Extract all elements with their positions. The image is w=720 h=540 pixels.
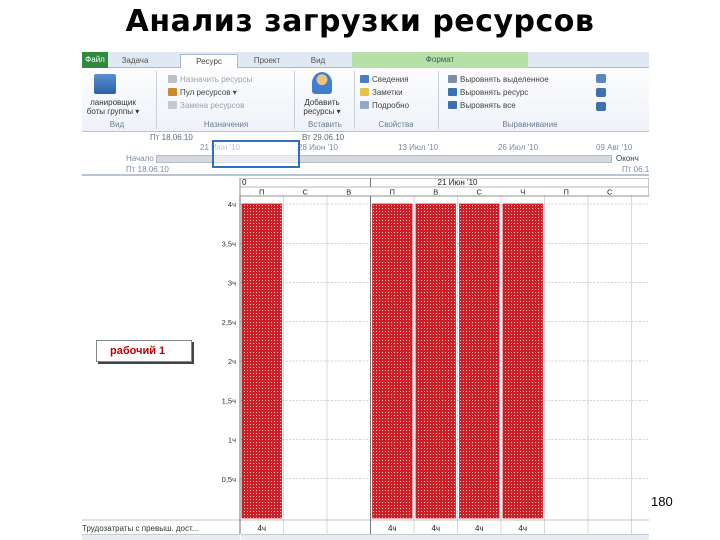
workload-bar — [502, 203, 543, 519]
timeline-tick: 13 Июл '10 — [398, 143, 439, 152]
team-planner-label[interactable]: ланировщик боты группы ▾ — [82, 98, 148, 116]
group-view-label: Вид — [109, 120, 125, 129]
timeline-tick: 26 Июл '10 — [498, 143, 539, 152]
timeline-view-window[interactable] — [212, 140, 300, 168]
ms-project-window: Файл Задача Ресурс Проект Вид Формат лан… — [82, 52, 649, 540]
group-leveling-label: Выравнивание — [502, 120, 558, 129]
slide-title: Анализ загрузки ресурсов — [125, 4, 595, 39]
group-separator — [354, 71, 355, 129]
bar-data-label: 4ч — [518, 524, 527, 533]
workload-bar — [241, 203, 282, 519]
workload-bar — [415, 203, 456, 519]
level-resource-button[interactable]: Выровнять ресурс — [448, 87, 528, 98]
clear-leveling-icon[interactable] — [596, 88, 606, 97]
information-button[interactable]: Сведения — [360, 74, 409, 85]
tab-project[interactable]: Проект — [242, 54, 292, 68]
bar-data-label: 4ч — [431, 524, 440, 533]
day-label: С — [303, 188, 309, 197]
level-resource-icon — [448, 88, 457, 96]
day-label: Ч — [520, 188, 525, 197]
bar-data-label: 4ч — [475, 524, 484, 533]
timeline-start-date: Пт 18.06.10 — [150, 133, 193, 142]
timescale-week-label: 21 Июн '10 — [438, 178, 478, 187]
leveling-options-icon[interactable] — [596, 74, 606, 83]
group-properties-label: Свойства — [378, 120, 414, 129]
y-tick-label: 2ч — [228, 357, 236, 366]
tab-format[interactable]: Формат — [352, 52, 528, 68]
y-tick-label: 1ч — [228, 436, 236, 445]
tab-task[interactable]: Задача — [110, 54, 160, 68]
timeline-bar[interactable]: Пт 18.06.10 Вт 29.06.10 21 Июн '10 28 Ию… — [82, 132, 649, 176]
group-assignments-label: Назначения — [203, 120, 249, 129]
add-resources-button[interactable]: Добавить ресурсы ▾ — [292, 98, 352, 116]
timeline-tick: 28 Июн '10 — [298, 143, 338, 152]
resource-histogram: 021 Июн '10ПСВПВСЧПСВ 4ч3,5ч3ч2,5ч2ч1,5ч… — [82, 178, 649, 534]
bar-data-label: 4ч — [257, 524, 266, 533]
day-label: В — [433, 188, 438, 197]
level-selection-button[interactable]: Выровнять выделенное — [448, 74, 549, 85]
level-all-button[interactable]: Выровнять все — [448, 100, 516, 111]
tab-file[interactable]: Файл — [82, 52, 108, 68]
y-tick-label: 3,5ч — [222, 239, 236, 248]
day-label: В — [346, 188, 351, 197]
notes-button[interactable]: Заметки — [360, 87, 403, 98]
day-label: П — [390, 188, 395, 197]
assign-resources-button[interactable]: Назначить ресурсы — [168, 74, 252, 85]
workload-bar — [459, 203, 500, 519]
next-overallocation-icon[interactable] — [596, 102, 606, 111]
day-label: П — [259, 188, 264, 197]
overallocation-status: Трудозатраты с превыш. дост... — [82, 524, 199, 533]
information-icon — [360, 75, 369, 83]
replace-resource-button[interactable]: Замена ресурсов — [168, 100, 244, 111]
left-horizontal-scrollbar[interactable] — [82, 534, 240, 540]
y-tick-label: 3ч — [228, 279, 236, 288]
timescale-week-left: 0 — [242, 178, 247, 187]
level-all-icon — [448, 101, 457, 109]
day-label: С — [607, 188, 613, 197]
timeline-tick: 09 Авг '10 — [596, 143, 633, 152]
tab-view[interactable]: Вид — [298, 54, 338, 68]
team-planner-icon — [94, 74, 116, 94]
replace-resource-icon — [168, 101, 177, 109]
y-tick-label: 4ч — [228, 200, 236, 209]
resource-pool-button[interactable]: Пул ресурсов ▾ — [168, 87, 237, 98]
slide-page-number: 180 — [651, 494, 673, 509]
y-tick-label: 1,5ч — [222, 396, 236, 405]
workload-bar — [372, 203, 413, 519]
y-tick-label: 0,5ч — [222, 475, 236, 484]
assign-resources-icon — [168, 75, 177, 83]
y-tick-label: 2,5ч — [222, 318, 236, 327]
timeline-finish-label: Оконч — [616, 154, 639, 163]
group-separator — [438, 71, 439, 129]
group-insert-label: Вставить — [308, 120, 342, 129]
day-label: П — [564, 188, 569, 197]
day-label: С — [477, 188, 483, 197]
add-resources-icon — [312, 72, 332, 94]
notes-icon — [360, 88, 369, 96]
level-selection-icon — [448, 75, 457, 83]
timeline-start-sub: Пт 18.06.10 — [126, 165, 169, 174]
right-horizontal-scrollbar[interactable] — [241, 534, 649, 540]
timeline-start-label: Начало — [126, 154, 154, 163]
details-button[interactable]: Подробно — [360, 100, 409, 111]
ribbon-tab-bar: Файл Задача Ресурс Проект Вид Формат — [82, 52, 649, 68]
group-separator — [156, 71, 157, 129]
ribbon-panel: ланировщик боты группы ▾ Вид Назначить р… — [82, 68, 649, 132]
timeline-window-date: Вт 29.06.10 — [302, 133, 345, 142]
resource-pool-icon — [168, 88, 177, 96]
timeline-finish-sub: Пт 06.10 — [622, 165, 649, 174]
resource-graph-view: рабочий 1 021 Июн '10ПСВПВСЧПСВ 4ч3,5ч3ч… — [82, 178, 649, 540]
details-icon — [360, 101, 369, 109]
tab-resource[interactable]: Ресурс — [180, 54, 238, 68]
bar-data-label: 4ч — [388, 524, 397, 533]
